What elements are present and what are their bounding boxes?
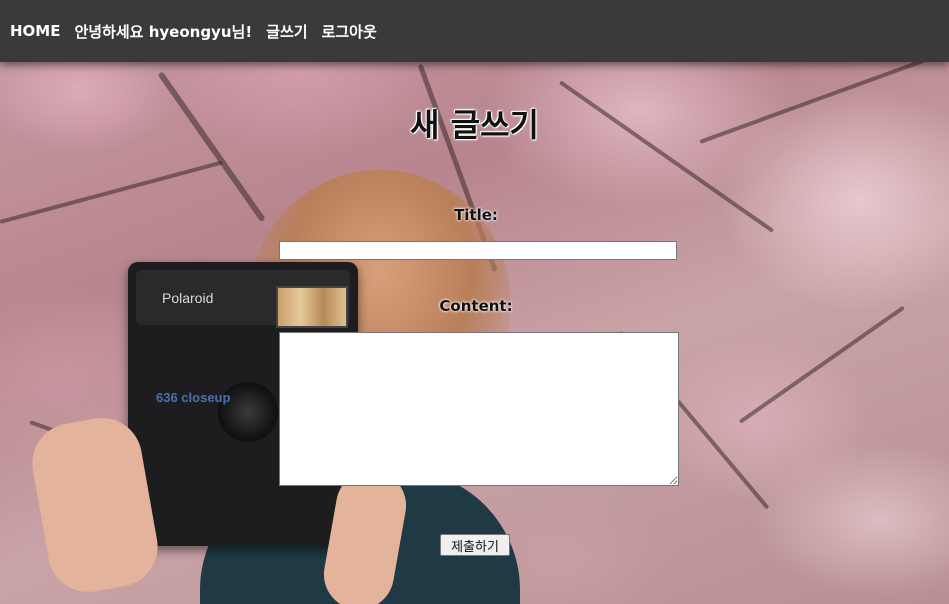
branch bbox=[157, 71, 266, 223]
submit-button[interactable]: 제출하기 bbox=[440, 534, 510, 556]
nav-write-link[interactable]: 글쓰기 bbox=[266, 21, 307, 42]
nav-logout-link[interactable]: 로그아웃 bbox=[322, 21, 377, 42]
camera-model-label: 636 closeup bbox=[156, 390, 231, 405]
title-label: Title: bbox=[454, 206, 498, 224]
page-title: 새 글쓰기 bbox=[410, 106, 539, 144]
content-label: Content: bbox=[439, 297, 513, 315]
branch bbox=[738, 305, 905, 424]
title-input[interactable] bbox=[279, 241, 677, 260]
nav-greeting: 안녕하세요 hyeongyu님! bbox=[74, 22, 253, 41]
navbar: HOME 안녕하세요 hyeongyu님! 글쓰기 로그아웃 bbox=[0, 0, 949, 62]
content-textarea[interactable] bbox=[279, 332, 679, 486]
nav-home-link[interactable]: HOME bbox=[10, 22, 60, 40]
